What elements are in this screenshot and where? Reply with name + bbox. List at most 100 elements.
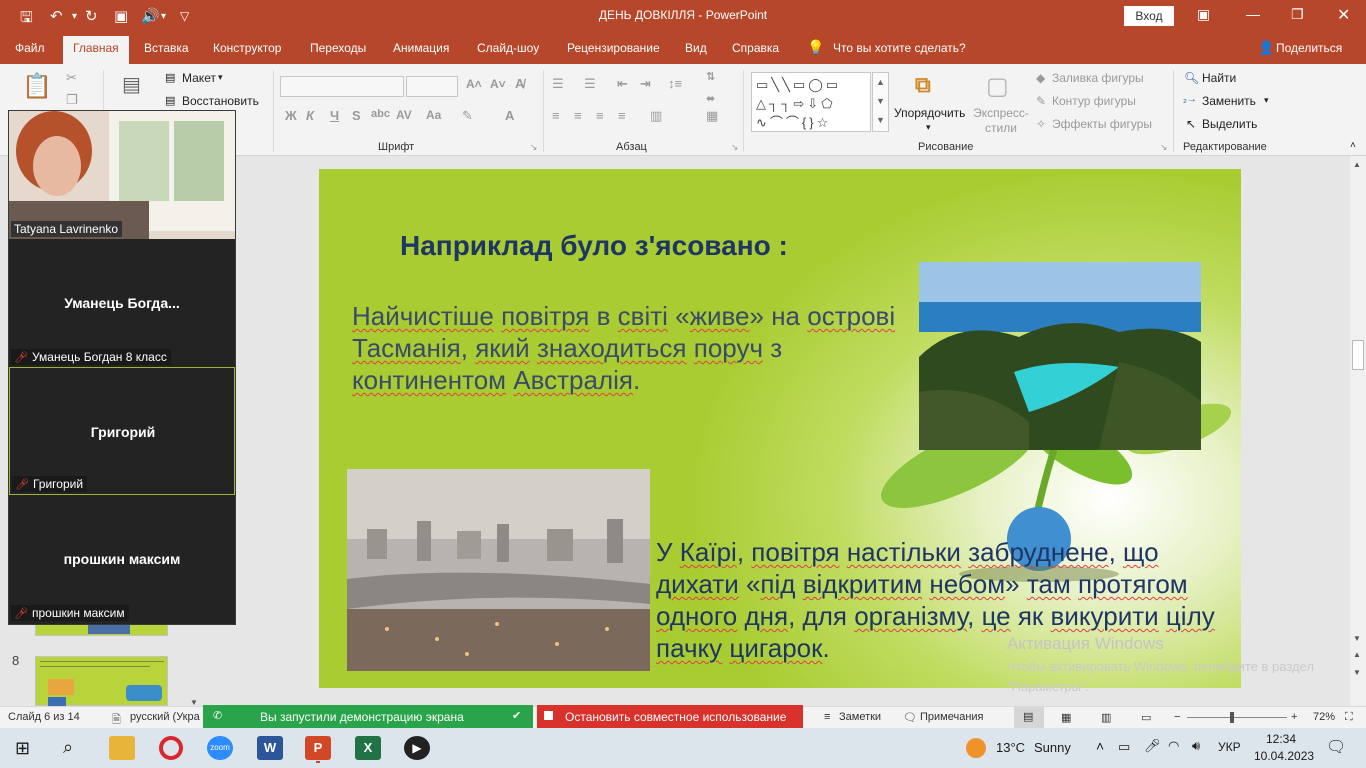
change-case-icon[interactable]: Aa bbox=[426, 108, 441, 122]
align-left-icon[interactable]: ≡ bbox=[552, 108, 560, 123]
language-indicator[interactable]: русский (Укра bbox=[130, 711, 200, 723]
collapse-ribbon-icon[interactable]: ˄ bbox=[1350, 140, 1356, 151]
zoom-out-icon[interactable]: − bbox=[1174, 711, 1180, 723]
slide-canvas[interactable]: Наприклад було з'ясовано : Найчистіше по… bbox=[319, 169, 1241, 688]
new-slide-icon[interactable]: ▤ bbox=[122, 72, 141, 97]
windows-start-icon[interactable]: ⊞ bbox=[15, 738, 30, 759]
paragraph-dialog-launcher-icon[interactable]: ↘ bbox=[731, 142, 739, 153]
reading-view-icon[interactable]: ▥ bbox=[1101, 711, 1111, 724]
media-player-icon[interactable]: ▶ bbox=[404, 736, 430, 760]
video-tile[interactable]: Уманець Богда... 🎤︎ Уманець Богдан 8 клас… bbox=[9, 239, 235, 367]
font-color-icon[interactable]: A bbox=[505, 108, 514, 123]
wifi-icon[interactable]: ◠ bbox=[1168, 738, 1179, 754]
notifications-icon[interactable]: 🗨︎ bbox=[1326, 737, 1346, 757]
next-slide-icon[interactable]: ▼ bbox=[1353, 668, 1361, 677]
text-direction-icon[interactable]: ⇅ bbox=[706, 70, 715, 83]
slideshow-view-icon[interactable]: ▭ bbox=[1141, 711, 1151, 724]
volume-icon[interactable]: 🔊︎ bbox=[1192, 738, 1200, 754]
bullets-icon[interactable]: ☰ bbox=[552, 76, 564, 92]
zoom-slider-thumb[interactable] bbox=[1230, 712, 1234, 723]
opera-icon[interactable] bbox=[159, 736, 183, 760]
font-size-combo[interactable] bbox=[406, 76, 458, 97]
scroll-down-icon[interactable]: ▼ bbox=[1353, 634, 1361, 643]
fit-slide-icon[interactable]: ⛶ bbox=[1345, 711, 1353, 724]
decrease-indent-icon[interactable]: ⇤ bbox=[617, 76, 628, 92]
notes-button[interactable]: Заметки bbox=[839, 711, 881, 723]
normal-view-button[interactable]: ▤ bbox=[1014, 707, 1044, 728]
minimize-icon[interactable]: — bbox=[1246, 6, 1260, 22]
search-icon[interactable]: ⌕ bbox=[63, 737, 73, 758]
line-spacing-icon[interactable]: ↕≡ bbox=[668, 76, 682, 91]
zoom-slider[interactable] bbox=[1187, 712, 1287, 723]
smartart-icon[interactable]: ▦ bbox=[706, 108, 718, 124]
video-tile-camera[interactable]: Tatyana Lavrinenko bbox=[9, 111, 235, 239]
slide-sorter-icon[interactable]: ▦ bbox=[1061, 711, 1071, 724]
tell-me-search[interactable]: Что вы хотите сделать? bbox=[833, 41, 966, 55]
clear-format-icon[interactable]: A̸ bbox=[515, 76, 524, 91]
align-right-icon[interactable]: ≡ bbox=[596, 108, 604, 123]
tab-help[interactable]: Справка bbox=[732, 41, 779, 55]
zoom-app-icon[interactable]: zoom bbox=[207, 736, 233, 760]
excel-icon[interactable]: X bbox=[355, 736, 381, 760]
tab-file[interactable]: Файл bbox=[15, 41, 45, 55]
shape-outline-button[interactable]: Контур фигуры bbox=[1052, 94, 1136, 108]
word-icon[interactable]: W bbox=[257, 736, 283, 760]
island-photo[interactable] bbox=[919, 262, 1201, 450]
tab-design[interactable]: Конструктор bbox=[213, 41, 281, 55]
arrange-button[interactable]: Упорядочить bbox=[894, 106, 965, 120]
strikethrough-icon[interactable]: abc bbox=[371, 108, 390, 120]
justify-icon[interactable]: ≡ bbox=[618, 108, 626, 123]
microphone-icon[interactable]: 🎤︎ bbox=[1144, 738, 1161, 754]
tab-animations[interactable]: Анимация bbox=[393, 41, 449, 55]
increase-indent-icon[interactable]: ⇥ bbox=[640, 76, 651, 92]
tab-insert[interactable]: Вставка bbox=[144, 41, 189, 55]
battery-icon[interactable]: ▭ bbox=[1118, 739, 1130, 755]
quick-styles-button[interactable]: Экспресс-стили bbox=[970, 106, 1032, 136]
maximize-icon[interactable]: ❐ bbox=[1291, 6, 1304, 23]
font-dialog-launcher-icon[interactable]: ↘ bbox=[530, 142, 538, 153]
slide-title[interactable]: Наприклад було з'ясовано : bbox=[400, 230, 788, 262]
tab-view[interactable]: Вид bbox=[685, 41, 707, 55]
close-icon[interactable]: ✕ bbox=[1337, 5, 1350, 25]
slide-thumbnail[interactable] bbox=[35, 656, 168, 706]
stop-share-button[interactable]: Остановить совместное использование bbox=[537, 705, 803, 728]
tray-chevron-icon[interactable]: ˄ bbox=[1096, 738, 1104, 754]
align-center-icon[interactable]: ≡ bbox=[574, 108, 582, 123]
video-tile-active[interactable]: Григорий 🎤︎ Григорий bbox=[9, 367, 235, 495]
clock-date[interactable]: 10.04.2023 bbox=[1254, 749, 1314, 763]
italic-icon[interactable]: К bbox=[306, 108, 314, 123]
comments-button[interactable]: Примечания bbox=[920, 711, 984, 723]
shapes-gallery-scroll[interactable]: ▲ ▼ ▼ bbox=[872, 72, 889, 132]
copy-icon[interactable]: ❐ bbox=[66, 92, 78, 108]
cairo-city-photo[interactable] bbox=[347, 469, 650, 671]
tab-slideshow[interactable]: Слайд-шоу bbox=[477, 41, 539, 55]
keyboard-language[interactable]: УКР bbox=[1218, 740, 1241, 754]
drawing-dialog-launcher-icon[interactable]: ↘ bbox=[1160, 142, 1168, 153]
shadow-icon[interactable]: S bbox=[352, 108, 361, 123]
character-spacing-icon[interactable]: AV bbox=[396, 108, 412, 122]
previous-slide-icon[interactable]: ▲ bbox=[1353, 650, 1361, 659]
share-button[interactable]: Поделиться bbox=[1276, 41, 1342, 55]
numbering-icon[interactable]: ☰ bbox=[584, 76, 596, 92]
grow-font-icon[interactable]: A˄ bbox=[466, 77, 482, 91]
font-name-combo[interactable] bbox=[280, 76, 404, 97]
zoom-in-icon[interactable]: + bbox=[1291, 711, 1297, 723]
reset-button[interactable]: Восстановить bbox=[182, 94, 259, 108]
highlight-icon[interactable]: ✎ bbox=[462, 108, 473, 124]
shrink-font-icon[interactable]: A˅ bbox=[490, 77, 506, 91]
shape-effects-button[interactable]: Эффекты фигуры bbox=[1052, 117, 1152, 131]
clock-time[interactable]: 12:34 bbox=[1266, 732, 1296, 746]
shapes-gallery[interactable]: ▭╲╲▭◯▭ △┐┐⇨⇩⬠ ∿⌒⌒{}☆ bbox=[751, 72, 871, 132]
select-button[interactable]: Выделить bbox=[1202, 117, 1257, 131]
bold-icon[interactable]: Ж bbox=[285, 108, 297, 123]
file-explorer-icon[interactable] bbox=[109, 736, 135, 760]
scroll-thumb[interactable] bbox=[1352, 340, 1364, 370]
underline-icon[interactable]: Ч bbox=[330, 108, 339, 123]
replace-button[interactable]: Заменить bbox=[1202, 94, 1256, 108]
align-text-icon[interactable]: ⬌ bbox=[706, 92, 715, 105]
video-tile[interactable]: прошкин максим 🎤︎ прошкин максим bbox=[9, 495, 235, 623]
weather-temperature[interactable]: 13°C bbox=[996, 740, 1025, 755]
scroll-up-icon[interactable]: ▲ bbox=[1353, 160, 1361, 169]
zoom-level[interactable]: 72% bbox=[1313, 711, 1335, 723]
layout-button[interactable]: Макет bbox=[182, 71, 216, 85]
